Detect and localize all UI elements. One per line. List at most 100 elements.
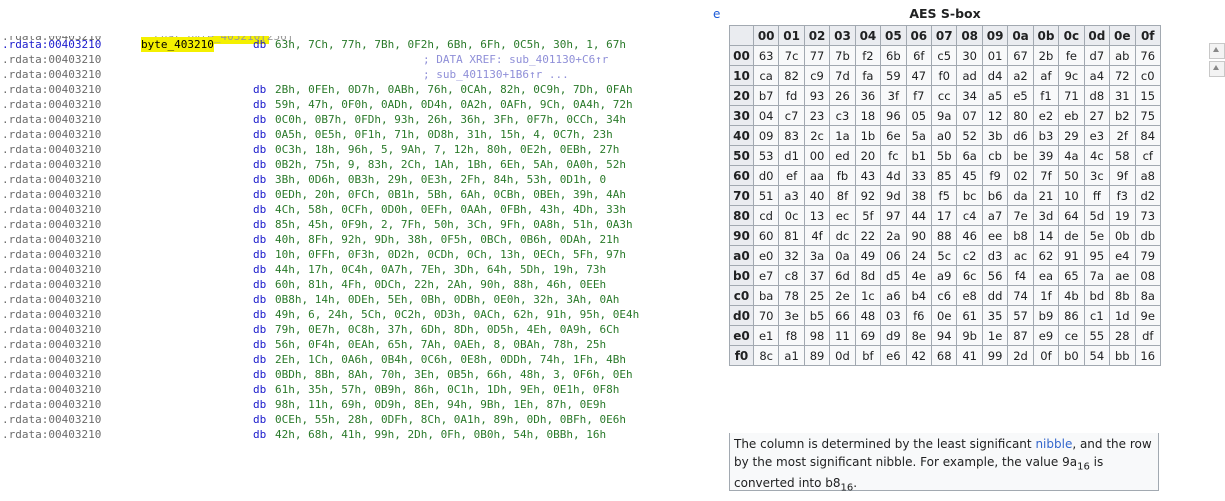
line-operands: 0B8h, 14h, 0DEh, 5Eh, 0Bh, 0DBh, 0E0h, 3… (275, 293, 620, 306)
sbox-table: 00 01 02 03 04 05 06 07 08 09 0a 0b 0c 0d 0e 0f 00 63 7c 7… (729, 25, 1161, 366)
sbox-cell: 38 (905, 185, 933, 206)
line-directive: db (253, 413, 267, 426)
listing-line[interactable]: .rdata:00403210 byte_403210 db 63h, 7Ch, 77… (0, 37, 700, 52)
sbox-cell: 00 (803, 145, 831, 166)
listing-line[interactable]: .rdata:00403210 db 42h, 68h, 41h, 99h, 2Dh… (0, 427, 700, 442)
scroll-up-button-2[interactable] (1209, 61, 1225, 77)
sbox-cell: 8d (854, 265, 882, 286)
sbox-row: 00 63 7c 77 7b f2 6b 6f c5 30 01 67 2b fe d7 ab 76 (729, 45, 1161, 66)
listing-line[interactable]: .rdata:00403210 db 2Eh, 1Ch, 0A6h, 0B4h, 0… (0, 352, 700, 367)
sbox-row-header: 40 (729, 125, 754, 146)
sbox-cell: cb (981, 145, 1009, 166)
listing-line[interactable]: .rdata:00403210 ; DATA XREF: sub_401130+C… (0, 52, 700, 67)
sbox-cell: 70 (752, 305, 780, 326)
sbox-cell: 22 (854, 225, 882, 246)
line-operands: 42h, 68h, 41h, 99h, 2Dh, 0Fh, 0B0h, 54h,… (275, 428, 607, 441)
sbox-cell: cc (931, 85, 958, 106)
listing-line[interactable]: .rdata:00403210 db 0CEh, 55h, 28h, 0DFh, 8… (0, 412, 700, 427)
sbox-cell: 4f (803, 225, 831, 246)
sbox-cell: dd (981, 285, 1009, 306)
sbox-cell: 1a (829, 125, 856, 146)
line-directive: db (253, 308, 267, 321)
listing-line[interactable]: .rdata:00403210 db 4Ch, 58h, 0CFh, 0D0h, 0… (0, 202, 700, 217)
sbox-cell: 10 (1058, 185, 1085, 206)
line-directive: db (253, 383, 267, 396)
sbox-cell: e5 (1007, 85, 1034, 106)
sbox-cell: fe (1058, 45, 1085, 66)
sbox-cell: 99 (981, 345, 1009, 366)
sbox-column-header: 0e (1109, 25, 1136, 46)
sbox-cell: 49 (854, 245, 882, 266)
listing-line[interactable]: .rdata:00403210 db 0BDh, 8Bh, 8Ah, 70h, 3E… (0, 367, 700, 382)
listing-line[interactable]: .rdata:00403210 db 40h, 8Fh, 92h, 9Dh, 38h… (0, 232, 700, 247)
sbox-cell: fb (829, 165, 856, 186)
sbox-cell: ba (752, 285, 780, 306)
listing-line[interactable]: .rdata:00403210 db 49h, 6, 24h, 5Ch, 0C2h,… (0, 307, 700, 322)
sbox-cell: d7 (1083, 45, 1111, 66)
sbox-cell: ad (956, 65, 983, 86)
stray-link-text[interactable]: e (713, 7, 720, 21)
listing-line[interactable]: .rdata:00403210 db 0B2h, 75h, 9, 83h, 2Ch,… (0, 157, 700, 172)
line-operands: 0C3h, 18h, 96h, 5, 9Ah, 7, 12h, 80h, 0E2… (275, 143, 620, 156)
line-operands: 0B2h, 75h, 9, 83h, 2Ch, 1Ah, 1Bh, 6Eh, 5… (275, 158, 626, 171)
sbox-cell: 0c (778, 205, 805, 226)
sbox-cell: 91 (1058, 245, 1085, 266)
sbox-cell: 1b (854, 125, 882, 146)
listing-line[interactable]: .rdata:00403210 db 60h, 81h, 4Fh, 0DCh, 22… (0, 277, 700, 292)
sbox-cell: 8e (905, 325, 933, 346)
line-comment: ; DATA XREF: sub_401130+C6↑r (423, 53, 609, 66)
sbox-cell: 24 (905, 245, 933, 266)
listing-line[interactable]: .rdata:00403210 db 56h, 0F4h, 0EAh, 65h, 7… (0, 337, 700, 352)
listing-line[interactable]: .rdata:00403210 db 61h, 35h, 57h, 0B9h, 86… (0, 382, 700, 397)
sbox-cell: a7 (981, 205, 1009, 226)
right-scrollbar[interactable] (1201, 0, 1225, 501)
sbox-cell: 54 (1083, 345, 1111, 366)
sbox-cell: da (1007, 185, 1034, 206)
listing-line[interactable]: .rdata:00403210 db 10h, 0FFh, 0F3h, 0D2h, … (0, 247, 700, 262)
listing-line[interactable]: .rdata:00403210 db 85h, 45h, 0F9h, 2, 7Fh,… (0, 217, 700, 232)
scroll-up-button[interactable] (1209, 43, 1225, 59)
sbox-cell: 85 (931, 165, 958, 186)
listing-line[interactable]: .rdata:00403210 ; sub_401130+1B6↑r ... (0, 67, 700, 82)
listing-line[interactable]: .rdata:00403210 db 2Bh, 0FEh, 0D7h, 0ABh, … (0, 82, 700, 97)
line-address: .rdata:00403210 (2, 128, 102, 141)
listing-line[interactable]: .rdata:00403210 db 59h, 47h, 0F0h, 0ADh, 0… (0, 97, 700, 112)
nibble-link[interactable]: nibble (1035, 437, 1072, 451)
line-comment: ; sub_401130+1B6↑r ... (423, 68, 569, 81)
sbox-cell: 92 (854, 185, 882, 206)
line-address: .rdata:00403210 (2, 248, 102, 261)
listing-line[interactable]: .rdata:00403210 db 0A5h, 0E5h, 0F1h, 71h, … (0, 127, 700, 142)
line-address: .rdata:00403210 (2, 38, 102, 51)
line-operands: 61h, 35h, 57h, 0B9h, 86h, 0C1h, 1Dh, 9Eh… (275, 383, 620, 396)
line-directive: db (253, 323, 267, 336)
listing-line[interactable]: .rdata:00403210 db 79h, 0E7h, 0C8h, 37h, 6… (0, 322, 700, 337)
sbox-cell: c4 (956, 205, 983, 226)
disassembly-listing[interactable]: .rdata:00403210 byte_403210 db 63h, 7Ch, 77… (0, 37, 700, 501)
line-address: .rdata:00403210 (2, 428, 102, 441)
sbox-cell: 51 (752, 185, 780, 206)
listing-line[interactable]: .rdata:00403210 db 44h, 17h, 0C4h, 0A7h, 7… (0, 262, 700, 277)
listing-line[interactable]: .rdata:00403210 db 0C0h, 0B7h, 0FDh, 93h, … (0, 112, 700, 127)
sbox-cell: d8 (1083, 85, 1111, 106)
listing-line[interactable]: .rdata:00403210 db 0B8h, 14h, 0DEh, 5Eh, 0… (0, 292, 700, 307)
line-directive: db (253, 353, 267, 366)
sbox-cell: 31 (1109, 85, 1136, 106)
sbox-cell: 0d (829, 345, 856, 366)
sbox-cell: 0a (829, 245, 856, 266)
sbox-cell: 66 (829, 305, 856, 326)
listing-line[interactable]: .rdata:00403210 db 0EDh, 20h, 0FCh, 0B1h, … (0, 187, 700, 202)
listing-line[interactable]: .rdata:00403210 db 3Bh, 0D6h, 0B3h, 29h, 0… (0, 172, 700, 187)
listing-line[interactable]: .rdata:00403210 db 98h, 11h, 69h, 0D9h, 8E… (0, 397, 700, 412)
sbox-cell: e7 (752, 265, 780, 286)
sbox-cell: e9 (1032, 325, 1060, 346)
sbox-cell: 67 (1007, 45, 1034, 66)
sbox-cell: 7d (829, 65, 856, 86)
sbox-cell: b1 (905, 145, 933, 166)
listing-line[interactable]: .rdata:00403210 db 0C3h, 18h, 96h, 5, 9Ah,… (0, 142, 700, 157)
sbox-column-header: 03 (829, 25, 856, 46)
line-address: .rdata:00403210 (2, 203, 102, 216)
sbox-row-header: 20 (729, 85, 754, 106)
sbox-cell: aa (803, 165, 831, 186)
sbox-cell: 89 (803, 345, 831, 366)
sbox-cell: 64 (1058, 205, 1085, 226)
